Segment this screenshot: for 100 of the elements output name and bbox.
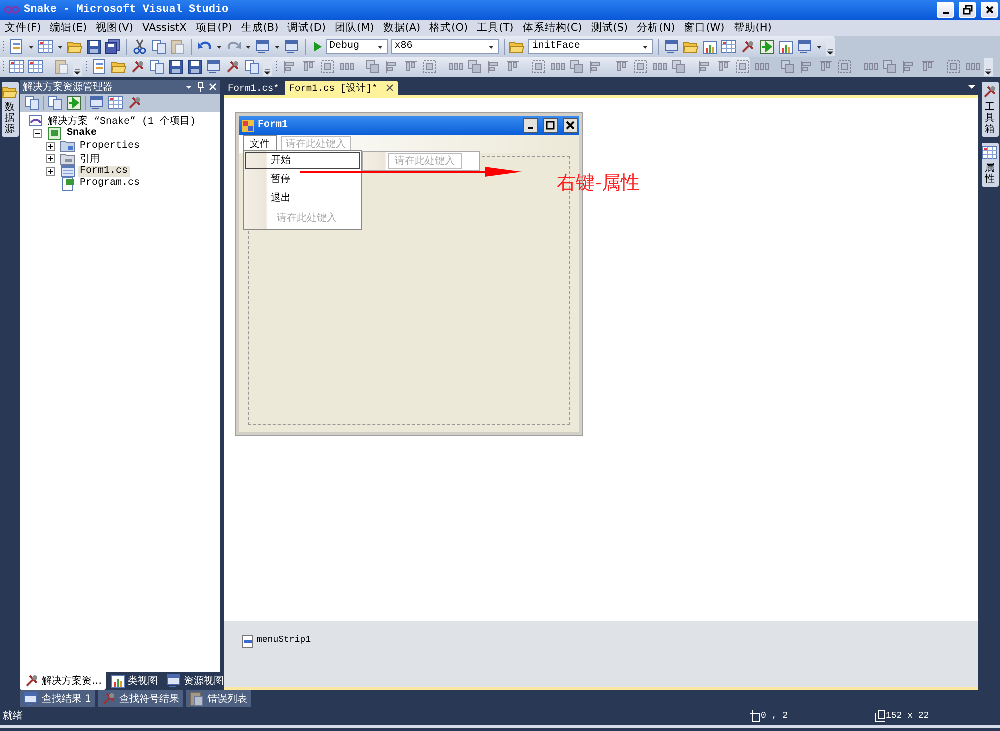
- bookmark-next-icon[interactable]: [187, 59, 203, 75]
- tree-item[interactable]: 引用: [78, 152, 102, 166]
- menu-item[interactable]: 暂停: [245, 171, 360, 188]
- menu-item[interactable]: VAssistX: [140, 22, 194, 34]
- save-all-icon[interactable]: [105, 38, 121, 54]
- layout-icon[interactable]: [569, 59, 585, 75]
- minimize-button[interactable]: [523, 118, 538, 133]
- tree-item[interactable]: Form1.cs: [78, 166, 130, 177]
- expander-icon[interactable]: [46, 154, 55, 164]
- overflow-icon[interactable]: [826, 38, 835, 56]
- tool-icon[interactable]: [740, 38, 756, 54]
- expander-icon[interactable]: [46, 142, 55, 151]
- document-tab[interactable]: Form1.cs*: [224, 81, 284, 95]
- tool-window-tab[interactable]: 查找符号结果: [98, 690, 183, 707]
- dropdown-arrow-icon[interactable]: [185, 83, 193, 91]
- side-tab[interactable]: 属性: [982, 143, 998, 187]
- add-project-icon[interactable]: [9, 38, 25, 54]
- tree-item[interactable]: Properties: [78, 140, 142, 152]
- navigate-forward-icon[interactable]: [284, 38, 300, 54]
- menu-item[interactable]: 工具(T): [475, 21, 521, 35]
- menu-item[interactable]: 开始: [245, 152, 360, 169]
- properties-icon[interactable]: [47, 95, 63, 111]
- show-all-files-icon[interactable]: [24, 95, 40, 111]
- menu-item[interactable]: 生成(B): [239, 21, 286, 35]
- layout-icon[interactable]: [531, 59, 547, 75]
- menu-item[interactable]: 窗口(W): [682, 21, 732, 35]
- menu-item[interactable]: 数据(A): [381, 21, 428, 35]
- copy-icon[interactable]: [150, 38, 167, 54]
- layout-icon[interactable]: [882, 59, 898, 75]
- task-list-icon[interactable]: [92, 59, 108, 75]
- chart-icon[interactable]: [702, 38, 718, 54]
- find-results-icon[interactable]: [23, 690, 39, 706]
- add-item-icon[interactable]: [38, 38, 54, 54]
- bookmark-icon[interactable]: [168, 59, 184, 75]
- menu-item[interactable]: 团队(M): [333, 21, 382, 35]
- paste-icon[interactable]: [170, 38, 186, 54]
- find-dropdown[interactable]: initFace: [528, 39, 654, 54]
- menu-item[interactable]: 体系结构(C): [520, 21, 590, 35]
- layout-icon[interactable]: [780, 59, 796, 75]
- tool-window-tab[interactable]: 查找结果 1: [20, 690, 95, 707]
- properties-icon[interactable]: [982, 145, 998, 161]
- side-tab[interactable]: 工具箱: [982, 82, 998, 137]
- menu-item[interactable]: 编辑(E): [48, 21, 94, 35]
- layout-icon[interactable]: [320, 59, 336, 75]
- tree-item[interactable]: Snake: [65, 128, 100, 140]
- layout-icon[interactable]: [633, 59, 649, 75]
- navigate-icon[interactable]: [254, 38, 271, 54]
- menu-item[interactable]: 帮助(H): [732, 21, 779, 35]
- restore-button[interactable]: [959, 2, 976, 18]
- close-button[interactable]: [563, 118, 578, 133]
- component-item[interactable]: menuStrip1: [257, 635, 312, 645]
- menu-item[interactable]: 文件(F): [3, 21, 48, 35]
- document-tab[interactable]: Form1.cs [设计]*: [285, 81, 398, 95]
- toolbox-icon[interactable]: [982, 84, 998, 100]
- layout-icon[interactable]: [422, 59, 438, 75]
- layout-icon[interactable]: [365, 59, 381, 75]
- panel-tab[interactable]: 资源视图: [162, 672, 228, 690]
- view-designer-icon[interactable]: [108, 95, 124, 111]
- menu-item[interactable]: 调试(D): [286, 21, 334, 35]
- tab-list-arrow-icon[interactable]: [968, 84, 976, 90]
- overflow-icon[interactable]: [984, 58, 993, 76]
- class-view-icon[interactable]: [778, 38, 794, 54]
- shapes-icon[interactable]: [149, 59, 165, 75]
- layout-icon[interactable]: [735, 59, 751, 75]
- class-diagram-icon[interactable]: [127, 95, 143, 111]
- overflow-icon[interactable]: [263, 58, 272, 76]
- error-list-icon[interactable]: [188, 690, 205, 706]
- cut-icon[interactable]: [132, 38, 148, 54]
- command-window-icon[interactable]: [796, 38, 813, 54]
- tree-item[interactable]: 解决方案 “Snake” (1 个项目): [46, 114, 198, 128]
- class-icon[interactable]: [110, 673, 126, 689]
- view-code-icon[interactable]: [89, 95, 105, 111]
- menu-item[interactable]: 退出: [245, 190, 360, 207]
- configuration-dropdown[interactable]: Debug: [326, 39, 388, 54]
- object-browser-icon[interactable]: [720, 38, 737, 54]
- menu-item[interactable]: 格式(O): [428, 21, 476, 35]
- clipboard-icon[interactable]: [244, 59, 260, 75]
- tree-item[interactable]: Program.cs: [78, 178, 142, 190]
- menu-item[interactable]: 项目(P): [194, 21, 240, 35]
- menu-item[interactable]: 视图(V): [94, 21, 140, 35]
- overflow-icon[interactable]: [73, 58, 82, 76]
- expander-icon[interactable]: [46, 166, 55, 176]
- menu-item[interactable]: 分析(N): [635, 21, 682, 35]
- comment-icon[interactable]: [206, 59, 222, 75]
- resource-icon[interactable]: [166, 673, 182, 689]
- maximize-button[interactable]: [543, 118, 558, 133]
- tool-window-tab[interactable]: 错误列表: [186, 690, 251, 707]
- save-icon[interactable]: [86, 38, 102, 54]
- layout-icon[interactable]: [671, 59, 687, 75]
- side-tab[interactable]: 数据源: [2, 82, 18, 137]
- close-icon[interactable]: [386, 84, 394, 92]
- panel-tab[interactable]: 解决方案资…: [20, 672, 106, 690]
- pin-icon[interactable]: [197, 82, 205, 92]
- panel-tab[interactable]: 类视图: [106, 672, 162, 690]
- wand-icon[interactable]: [130, 59, 146, 75]
- columns-icon[interactable]: [28, 59, 44, 75]
- table-icon[interactable]: [9, 59, 25, 75]
- arrow-icon[interactable]: [758, 38, 775, 54]
- solution-explorer-icon[interactable]: [664, 38, 680, 54]
- platform-dropdown[interactable]: x86: [390, 39, 499, 54]
